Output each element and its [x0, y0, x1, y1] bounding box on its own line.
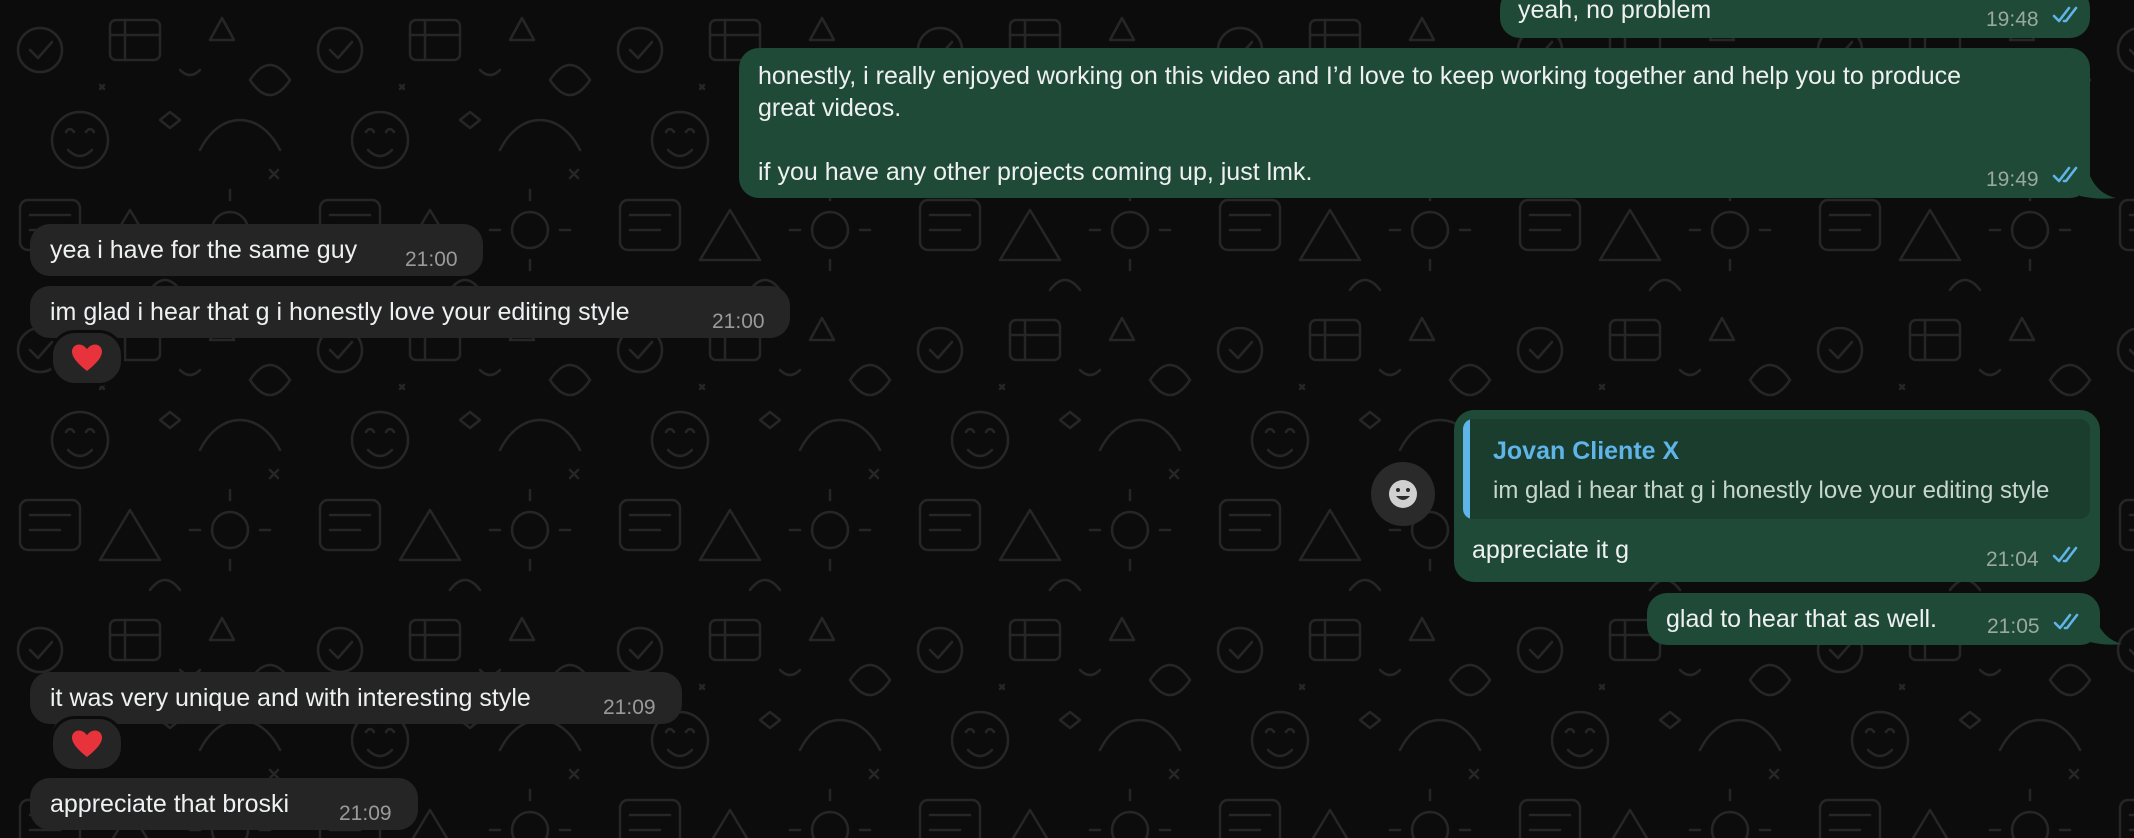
message-time: 19:49 [1986, 168, 2039, 191]
smiley-icon [1389, 480, 1417, 508]
reply-quote[interactable]: Jovan Cliente X im glad i hear that g i … [1463, 419, 2090, 519]
message-incoming[interactable]: appreciate that broski 21:09 [30, 778, 418, 830]
message-incoming[interactable]: yea i have for the same guy 21:00 [30, 224, 483, 276]
message-text: appreciate it g [1472, 536, 1630, 564]
bubble-tail [2090, 624, 2122, 645]
double-check-icon [2053, 613, 2079, 630]
reply-quote-text: im glad i hear that g i honestly love yo… [1493, 477, 2050, 504]
message-time: 19:48 [1986, 8, 2039, 31]
message-time: 21:04 [1986, 548, 2039, 571]
message-text: glad to hear that as well. [1666, 605, 1937, 633]
message-outgoing-reply[interactable]: Jovan Cliente X im glad i hear that g i … [1454, 410, 2100, 582]
message-time: 21:00 [712, 310, 765, 333]
message-time: 21:00 [405, 248, 458, 271]
message-incoming[interactable]: im glad i hear that g i honestly love yo… [30, 286, 790, 338]
chat-area[interactable]: yeah, no problem 19:48 honestly, i reall… [0, 0, 2134, 838]
message-time: 21:05 [1987, 615, 2040, 638]
heart-icon [72, 344, 102, 371]
reply-quote-author: Jovan Cliente X [1493, 437, 1680, 465]
bubble-tail [2080, 176, 2116, 199]
reply-quote-accent [1463, 419, 1470, 519]
message-text-line: great videos. [758, 94, 902, 122]
heart-icon [72, 730, 102, 757]
message-text: yea i have for the same guy [50, 236, 358, 264]
double-check-icon [2052, 546, 2078, 563]
message-text-line: honestly, i really enjoyed working on th… [758, 62, 1962, 90]
message-text-line: if you have any other projects coming up… [758, 158, 1313, 186]
message-text: yeah, no problem [1518, 0, 1712, 24]
message-text: im glad i hear that g i honestly love yo… [50, 298, 630, 326]
emoji-reaction-button[interactable] [1371, 462, 1435, 526]
message-outgoing[interactable]: yeah, no problem 19:48 [1500, 0, 2090, 38]
message-reaction[interactable] [50, 716, 124, 772]
message-text: it was very unique and with interesting … [50, 684, 531, 712]
message-time: 21:09 [339, 802, 392, 825]
message-outgoing[interactable]: honestly, i really enjoyed working on th… [739, 48, 2090, 198]
message-time: 21:09 [603, 696, 656, 719]
double-check-icon [2052, 6, 2078, 23]
message-outgoing[interactable]: glad to hear that as well. 21:05 [1647, 593, 2100, 645]
message-incoming[interactable]: it was very unique and with interesting … [30, 672, 682, 724]
message-text: appreciate that broski [50, 790, 290, 818]
message-reaction[interactable] [50, 330, 124, 386]
